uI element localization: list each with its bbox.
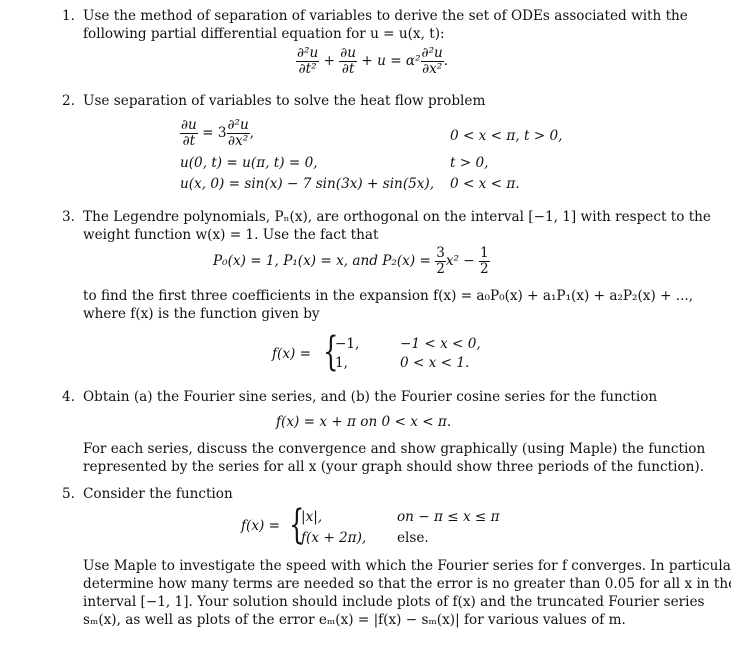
case-value: f(x + 2π), — [301, 530, 367, 546]
equation-text: x² − — [445, 253, 475, 269]
fraction: 32 — [435, 246, 446, 277]
numerator: ∂u — [180, 117, 198, 134]
problem-5-piecewise-lhs: f(x) = — [241, 518, 281, 534]
denominator: ∂t — [182, 133, 196, 149]
problem-3-number: 3. — [62, 209, 75, 225]
problem-5-line-4: interval [−1, 1]. Your solution should i… — [83, 594, 705, 610]
equation-text: + u = α² — [361, 53, 421, 69]
case-condition: else. — [397, 530, 429, 546]
operator: + — [323, 53, 335, 69]
problem-1-line-2: following partial differential equation … — [83, 26, 445, 42]
fraction: ∂²u ∂t² — [296, 45, 320, 77]
fraction: ∂u ∂t — [180, 118, 198, 149]
problem-4-line-3: represented by the series for all x (you… — [83, 459, 705, 475]
denominator: ∂t² — [298, 61, 317, 77]
denominator: ∂x² — [422, 61, 443, 77]
problem-5-line-5: sₘ(x), as well as plots of the error eₘ(… — [83, 612, 626, 628]
denominator: 2 — [480, 261, 489, 277]
numerator: ∂²u — [226, 117, 250, 134]
problem-3-legendre-equation: P₀(x) = 1, P₁(x) = x, and P₂(x) = 3 2 x² −… — [213, 246, 490, 277]
problem-4-equation: f(x) = x + π on 0 < x < π. — [276, 414, 452, 430]
equation-text: P₀(x) = 1, P₁(x) = x, and P₂(x) = — [213, 253, 436, 269]
denominator: ∂t — [341, 61, 355, 77]
problem-2-condition-1: 0 < x < π, t > 0, — [450, 128, 563, 144]
case-value: −1, — [335, 336, 360, 352]
numerator: ∂²u — [420, 45, 444, 62]
fraction: ∂u ∂t — [339, 45, 358, 77]
fraction: 12 — [479, 246, 490, 277]
problem-1-number: 1. — [62, 8, 75, 24]
problem-5-number: 5. — [62, 486, 75, 502]
comma: , — [249, 125, 255, 141]
case-value: 1, — [335, 355, 348, 371]
problem-2-condition-2: t > 0, — [450, 155, 489, 171]
problem-1-line-1: Use the method of separation of variable… — [83, 8, 688, 24]
problem-3-line-2: weight function w(x) = 1. Use the fact t… — [83, 227, 379, 243]
problem-1-equation: ∂²u ∂t² + ∂u ∂t + u = α² ∂²u ∂x². — [296, 46, 448, 77]
fraction: ∂²u ∂x² — [420, 45, 444, 77]
denominator: 2 — [436, 261, 445, 277]
case-condition: on − π ≤ x ≤ π — [397, 509, 500, 525]
numerator: 3 — [435, 245, 446, 262]
problem-4-line-2: For each series, discuss the convergence… — [83, 441, 706, 457]
problem-2-number: 2. — [62, 93, 75, 109]
problem-2-boundary: u(0, t) = u(π, t) = 0, — [180, 155, 318, 171]
case-value: |x|, — [301, 509, 323, 525]
case-condition: −1 < x < 0, — [400, 336, 481, 352]
period: . — [443, 53, 449, 69]
problem-4-line-1: Obtain (a) the Fourier sine series, and … — [83, 389, 658, 405]
problem-3-line-3: to find the first three coefficients in … — [83, 288, 694, 304]
denominator: ∂x² — [228, 133, 249, 149]
problem-3-piecewise-lhs: f(x) = — [272, 346, 312, 362]
problem-2-line-1: Use separation of variables to solve the… — [83, 93, 486, 109]
equation-text: = 3 — [202, 125, 227, 141]
numerator: ∂²u — [296, 45, 320, 62]
numerator: ∂u — [339, 45, 358, 62]
problem-3-line-1: The Legendre polynomials, Pₙ(x), are ort… — [83, 209, 711, 225]
numerator: 1 — [479, 245, 490, 262]
problem-4-number: 4. — [62, 389, 75, 405]
problem-5-line-1: Consider the function — [83, 486, 233, 502]
problem-5-line-2: Use Maple to investigate the speed with … — [83, 558, 731, 574]
case-condition: 0 < x < 1. — [400, 355, 470, 371]
problem-2-pde: ∂u ∂t = 3 ∂²u ∂x², — [180, 118, 254, 149]
problem-5-line-3: determine how many terms are needed so t… — [83, 576, 731, 592]
problem-2-condition-3: 0 < x < π. — [450, 176, 520, 192]
problem-2-initial: u(x, 0) = sin(x) − 7 sin(3x) + sin(5x), — [180, 176, 435, 192]
fraction: ∂²u ∂x² — [226, 117, 250, 149]
problem-3-line-4: where f(x) is the function given by — [83, 306, 320, 322]
